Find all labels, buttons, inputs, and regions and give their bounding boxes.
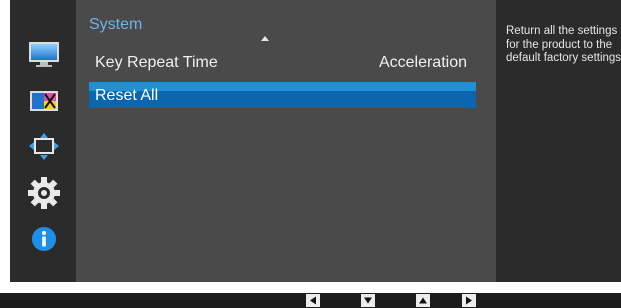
menu-item-key-repeat-time[interactable]: Key Repeat Time Acceleration: [89, 50, 476, 76]
menu-panel: System Key Repeat Time Acceleration Rese…: [76, 0, 496, 282]
menu-title: System: [89, 16, 143, 33]
navigation-bar: [0, 293, 621, 308]
sidebar: [10, 0, 76, 282]
information-icon[interactable]: [27, 222, 61, 256]
help-text: Return all the settings for the product …: [506, 25, 621, 64]
size-position-icon[interactable]: [27, 130, 61, 164]
osd-window: System Key Repeat Time Acceleration Rese…: [10, 0, 621, 282]
menu-item-label: Reset All: [95, 87, 159, 104]
picture-icon[interactable]: [27, 38, 61, 72]
right-arrow-key-icon[interactable]: [462, 294, 476, 307]
menu-item-label: Key Repeat Time: [95, 54, 218, 71]
menu-item-value: Acceleration: [378, 54, 467, 71]
info-panel: Return all the settings for the product …: [496, 0, 621, 282]
down-arrow-key-icon[interactable]: [361, 294, 375, 307]
color-icon[interactable]: [27, 84, 61, 118]
left-arrow-key-icon[interactable]: [306, 294, 320, 307]
scroll-up-icon[interactable]: [261, 36, 269, 41]
system-gear-icon[interactable]: [27, 176, 61, 210]
up-arrow-key-icon[interactable]: [416, 294, 430, 307]
menu-item-reset-all[interactable]: Reset All: [89, 82, 476, 108]
